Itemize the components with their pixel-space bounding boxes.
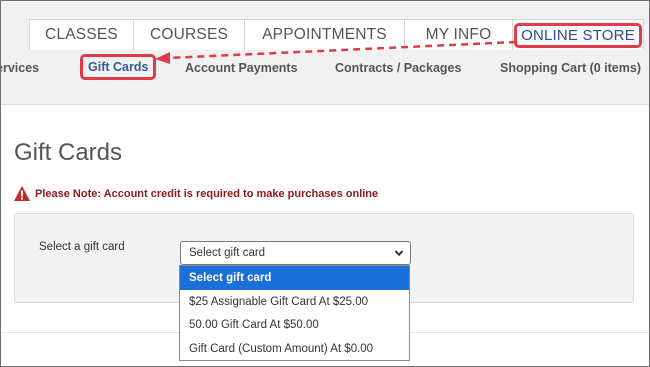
tab-appointments[interactable]: APPOINTMENTS (244, 20, 404, 50)
tab-label: CLASSES (45, 26, 118, 43)
dropdown-option-25-assignable[interactable]: $25 Assignable Gift Card At $25.00 (180, 290, 409, 314)
subnav-item-shopping-cart[interactable]: Shopping Cart (0 items) (500, 61, 641, 75)
tab-label: APPOINTMENTS (262, 26, 387, 43)
subnav-item-services[interactable]: ervices (0, 61, 39, 75)
sub-navigation: ervices Gift Cards Account Payments Cont… (0, 54, 650, 80)
subnav-item-account-payments[interactable]: Account Payments (185, 61, 298, 75)
tab-courses[interactable]: COURSES (133, 20, 244, 50)
tab-label: MY INFO (425, 26, 492, 43)
gift-card-select[interactable]: Select gift card (180, 241, 411, 265)
dropdown-option-50-gift-card[interactable]: 50.00 Gift Card At $50.00 (180, 313, 409, 337)
chevron-down-icon (394, 250, 404, 257)
tab-my-info[interactable]: MY INFO (404, 20, 512, 50)
gift-card-dropdown: Select gift card $25 Assignable Gift Car… (179, 265, 410, 361)
tab-label-online-store: ONLINE STORE (514, 22, 642, 48)
tab-label: COURSES (149, 26, 229, 43)
dropdown-option-custom-amount[interactable]: Gift Card (Custom Amount) At $0.00 (180, 337, 409, 361)
select-value: Select gift card (189, 247, 266, 259)
warning-triangle-icon (14, 186, 30, 201)
dropdown-option-select-gift-card[interactable]: Select gift card (180, 266, 409, 290)
subnav-item-gift-cards[interactable]: Gift Cards (80, 54, 157, 80)
subnav-item-contracts-packages[interactable]: Contracts / Packages (335, 61, 461, 75)
main-tabs: CLASSES COURSES APPOINTMENTS MY INFO ONL… (29, 19, 644, 50)
top-navigation: CLASSES COURSES APPOINTMENTS MY INFO ONL… (0, 1, 650, 105)
page-title: Gift Cards (14, 139, 123, 166)
tab-online-store[interactable]: ONLINE STORE (512, 20, 644, 50)
warning-text: Please Note: Account credit is required … (35, 187, 379, 200)
select-label: Select a gift card (39, 241, 125, 253)
tab-classes[interactable]: CLASSES (29, 20, 133, 50)
warning-message: Please Note: Account credit is required … (14, 186, 378, 201)
